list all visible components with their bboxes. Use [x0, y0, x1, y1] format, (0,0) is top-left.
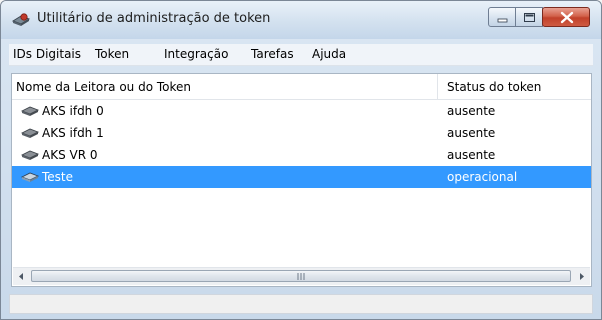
- chevron-right-icon: [580, 273, 584, 280]
- menu-integracao[interactable]: Integração: [164, 47, 228, 61]
- scroll-thumb[interactable]: [31, 270, 571, 282]
- card-reader-icon: [20, 104, 40, 118]
- row-name: Teste: [42, 170, 74, 184]
- card-reader-icon: [20, 170, 40, 184]
- menu-bar: IDs Digitais Token Integração Tarefas Aj…: [9, 44, 593, 66]
- list-row-selected[interactable]: Teste operacional: [12, 166, 591, 188]
- maximize-icon: [524, 13, 535, 22]
- row-status: ausente: [447, 104, 496, 118]
- list-header: Nome da Leitora ou do Token Status do to…: [12, 74, 591, 100]
- title-bar[interactable]: Utilitário de administração de token: [1, 1, 601, 39]
- card-reader-icon: [20, 126, 40, 140]
- menu-ids-digitais[interactable]: IDs Digitais: [13, 47, 81, 61]
- close-icon: [560, 11, 574, 24]
- grip-icon: [297, 273, 305, 280]
- token-reader-icon: [11, 12, 31, 28]
- list-row[interactable]: AKS VR 0 ausente: [12, 144, 591, 166]
- status-bar: [9, 294, 593, 314]
- column-header-status[interactable]: Status do token: [447, 80, 541, 94]
- row-status: ausente: [447, 126, 496, 140]
- row-name: AKS VR 0: [42, 148, 98, 162]
- row-name: AKS ifdh 0: [42, 104, 104, 118]
- row-status: ausente: [447, 148, 496, 162]
- token-list: Nome da Leitora ou do Token Status do to…: [11, 73, 592, 287]
- row-status: operacional: [447, 170, 518, 184]
- menu-token[interactable]: Token: [95, 47, 129, 61]
- column-header-name[interactable]: Nome da Leitora ou do Token: [16, 80, 191, 94]
- card-reader-icon: [20, 148, 40, 162]
- horizontal-scrollbar[interactable]: [13, 267, 590, 285]
- main-window: Utilitário de administração de token IDs…: [0, 0, 602, 320]
- minimize-button[interactable]: [488, 7, 516, 27]
- list-row[interactable]: AKS ifdh 0 ausente: [12, 100, 591, 122]
- close-button[interactable]: [542, 7, 590, 27]
- scroll-left-button[interactable]: [13, 268, 30, 285]
- menu-ajuda[interactable]: Ajuda: [312, 47, 346, 61]
- chevron-left-icon: [19, 273, 23, 280]
- list-row[interactable]: AKS ifdh 1 ausente: [12, 122, 591, 144]
- row-name: AKS ifdh 1: [42, 126, 104, 140]
- column-divider[interactable]: [437, 74, 438, 99]
- minimize-icon: [497, 18, 508, 23]
- menu-tarefas[interactable]: Tarefas: [251, 47, 294, 61]
- window-title: Utilitário de administração de token: [37, 11, 271, 26]
- maximize-button[interactable]: [515, 7, 543, 27]
- scroll-right-button[interactable]: [573, 268, 590, 285]
